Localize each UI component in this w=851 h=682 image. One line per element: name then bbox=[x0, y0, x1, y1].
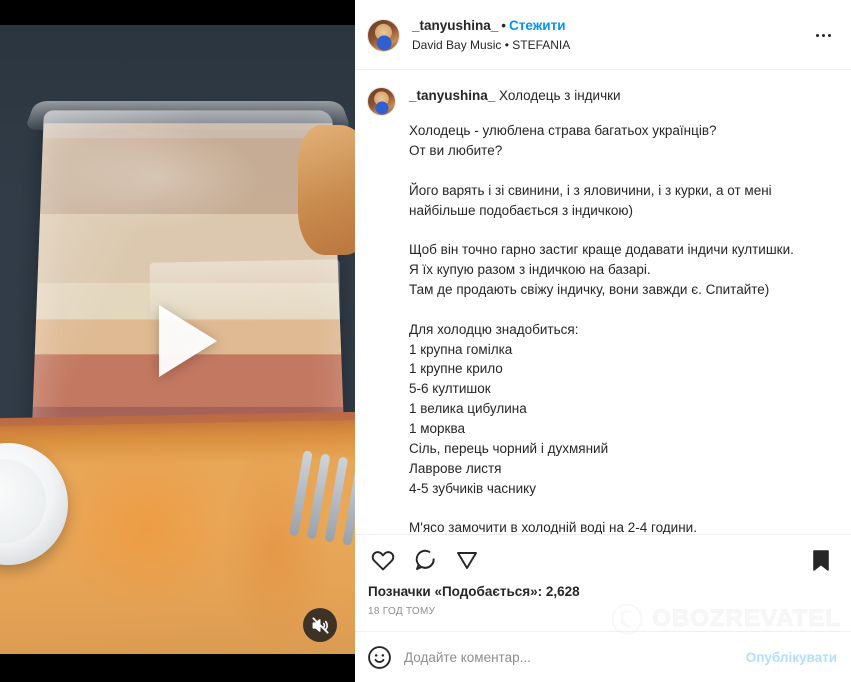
header-separator: • bbox=[501, 17, 507, 33]
post-timestamp: 18 ГОД ТОМУ bbox=[368, 606, 436, 618]
play-triangle-icon[interactable] bbox=[158, 305, 217, 377]
like-count: Позначки «Подобається»: 2,628 bbox=[368, 584, 580, 600]
more-options-icon[interactable] bbox=[809, 21, 837, 49]
header-username-row: _tanyushina_ • Стежити bbox=[412, 18, 570, 35]
share-paper-plane-icon[interactable] bbox=[451, 544, 483, 576]
caption-avatar[interactable] bbox=[367, 86, 396, 116]
comment-bar: Опублікувати bbox=[355, 631, 851, 682]
caption-area: _tanyushina_ Холодець з індички Холодець… bbox=[355, 70, 851, 535]
header-text-block: _tanyushina_ • Стежити David Bay Music • S… bbox=[412, 18, 570, 53]
caption-username[interactable]: _tanyushina_ bbox=[409, 88, 495, 103]
bread-loaf bbox=[298, 125, 355, 255]
comment-input[interactable] bbox=[404, 649, 746, 665]
avatar[interactable] bbox=[367, 18, 400, 52]
caption-text: Холодець - улюблена страва багатьох укра… bbox=[409, 123, 794, 535]
caption-row: _tanyushina_ Холодець з індички Холодець… bbox=[367, 86, 837, 535]
comment-bubble-icon[interactable] bbox=[409, 544, 441, 576]
letterbox-bottom bbox=[0, 654, 355, 682]
letterbox-top bbox=[0, 0, 355, 25]
caption-column: _tanyushina_ Холодець з індички Холодець… bbox=[409, 86, 794, 535]
action-bar bbox=[355, 534, 851, 576]
bookmark-filled-icon[interactable] bbox=[805, 544, 837, 576]
post-header: _tanyushina_ • Стежити David Bay Music • S… bbox=[355, 0, 851, 70]
header-username[interactable]: _tanyushina_ bbox=[412, 18, 498, 33]
instagram-post: _tanyushina_ • Стежити David Bay Music • S… bbox=[0, 0, 851, 682]
post-info-panel: _tanyushina_ • Стежити David Bay Music • S… bbox=[355, 0, 851, 682]
caption-title: Холодець з індички bbox=[499, 87, 621, 103]
music-info[interactable]: David Bay Music • STEFANIA bbox=[412, 38, 570, 53]
caption-title-row: _tanyushina_ Холодець з індички bbox=[409, 86, 794, 106]
emoji-smiley-icon[interactable] bbox=[367, 645, 392, 670]
follow-button[interactable]: Стежити bbox=[509, 18, 565, 33]
publish-comment-button[interactable]: Опублікувати bbox=[746, 650, 837, 665]
video-player[interactable] bbox=[0, 0, 355, 682]
volume-muted-icon[interactable] bbox=[303, 608, 337, 642]
heart-icon[interactable] bbox=[367, 544, 399, 576]
